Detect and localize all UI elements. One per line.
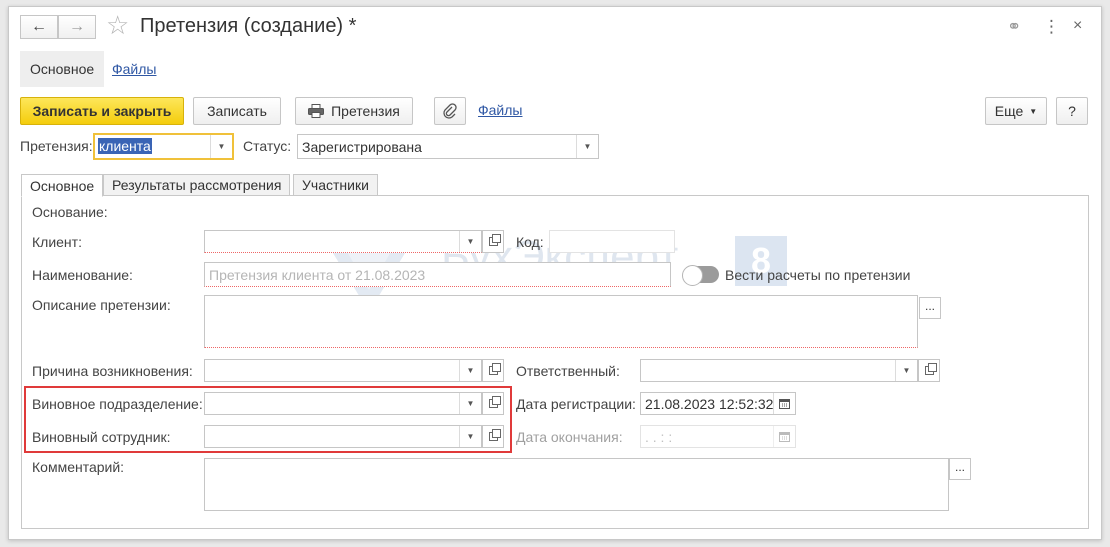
name-placeholder: Претензия клиента от 21.08.2023 [209,267,426,283]
save-and-close-button[interactable]: Записать и закрыть [20,97,184,125]
settlements-toggle-label: Вести расчеты по претензии [725,267,911,283]
dropdown-arrow-icon[interactable]: ▼ [459,360,481,381]
open-icon [924,363,937,375]
claim-type-select[interactable]: клиента ▼ [93,133,234,160]
open-guilty-employee-button[interactable] [482,425,504,448]
comment-textarea[interactable] [204,458,949,511]
client-label: Клиент: [32,234,82,250]
tab-review-results[interactable]: Результаты рассмотрения [103,174,291,196]
printer-icon [308,104,325,118]
name-label: Наименование: [32,267,133,283]
guilty-employee-label: Виновный сотрудник: [32,429,171,445]
back-button[interactable]: ← [20,15,58,39]
open-guilty-department-button[interactable] [482,392,504,415]
responsible-label: Ответственный: [516,363,620,379]
subtab-files[interactable]: Файлы [102,51,166,87]
status-label: Статус: [243,138,292,154]
subtab-files-link[interactable]: Файлы [112,61,156,77]
more-menu-button[interactable]: Еще ▼ [985,97,1047,125]
comment-label: Комментарий: [32,459,125,475]
open-icon [488,396,501,408]
more-actions-icon[interactable]: ⋮ [1043,17,1060,37]
responsible-field[interactable]: ▼ [640,359,918,382]
dropdown-arrow-icon[interactable]: ▼ [576,135,598,158]
dropdown-arrow-icon[interactable]: ▼ [210,135,232,158]
dropdown-arrow-icon[interactable]: ▼ [895,360,917,381]
claim-form-window: ← → ☆ Претензия (создание) * ⚭ ⋮ × Основ… [8,6,1102,540]
reason-field[interactable]: ▼ [204,359,482,382]
description-more-button[interactable]: ... [919,297,941,319]
arrow-right-icon: → [69,18,85,35]
claim-type-value: клиента [98,138,152,154]
open-icon [488,234,501,246]
help-button[interactable]: ? [1056,97,1088,125]
subtab-main[interactable]: Основное [20,51,105,87]
name-field[interactable]: Претензия клиента от 21.08.2023 [204,262,671,287]
registration-date-value: 21.08.2023 12:52:32 [645,396,774,412]
dropdown-arrow-icon[interactable]: ▼ [459,426,481,447]
open-client-button[interactable] [482,230,504,253]
end-date-mask: . . : : [645,429,673,445]
open-responsible-button[interactable] [918,359,940,382]
description-label: Описание претензии: [32,297,171,313]
status-value: Зарегистрирована [302,139,422,155]
dropdown-arrow-icon[interactable]: ▼ [459,231,481,252]
code-field [549,230,675,253]
print-claim-button[interactable]: Претензия [295,97,413,125]
window-title: Претензия (создание) * [140,15,357,37]
settlements-toggle[interactable] [682,265,719,286]
more-menu-label: Еще [994,103,1024,119]
close-icon[interactable]: × [1073,17,1082,35]
code-label: Код: [516,234,544,250]
calendar-icon [773,426,795,447]
registration-date-field[interactable]: 21.08.2023 12:52:32 [640,392,796,415]
claim-type-label: Претензия: [20,138,93,154]
open-icon [488,363,501,375]
guilty-department-label: Виновное подразделение: [32,396,203,412]
link-icon[interactable]: ⚭ [1007,17,1021,37]
save-button[interactable]: Записать [193,97,281,125]
forward-button[interactable]: → [58,15,96,39]
attach-button[interactable] [434,97,466,125]
print-claim-label: Претензия [331,103,400,119]
paperclip-icon [443,103,457,119]
chevron-down-icon: ▼ [1029,106,1038,116]
arrow-left-icon: ← [31,18,47,35]
basis-label: Основание: [32,204,108,220]
status-select[interactable]: Зарегистрирована ▼ [297,134,599,159]
calendar-icon[interactable] [773,393,795,414]
favorite-star-icon[interactable]: ☆ [106,12,129,38]
end-date-field: . . : : [640,425,796,448]
registration-date-label: Дата регистрации: [516,396,636,412]
files-link[interactable]: Файлы [478,102,522,118]
open-icon [488,429,501,441]
tab-main[interactable]: Основное [21,174,104,197]
dropdown-arrow-icon[interactable]: ▼ [459,393,481,414]
reason-label: Причина возникновения: [32,363,193,379]
guilty-employee-field[interactable]: ▼ [204,425,482,448]
guilty-department-field[interactable]: ▼ [204,392,482,415]
comment-more-button[interactable]: ... [949,458,971,480]
open-reason-button[interactable] [482,359,504,382]
tab-participants[interactable]: Участники [293,174,378,196]
description-textarea[interactable] [204,295,918,348]
client-field[interactable]: ▼ [204,230,482,253]
end-date-label: Дата окончания: [516,429,623,445]
